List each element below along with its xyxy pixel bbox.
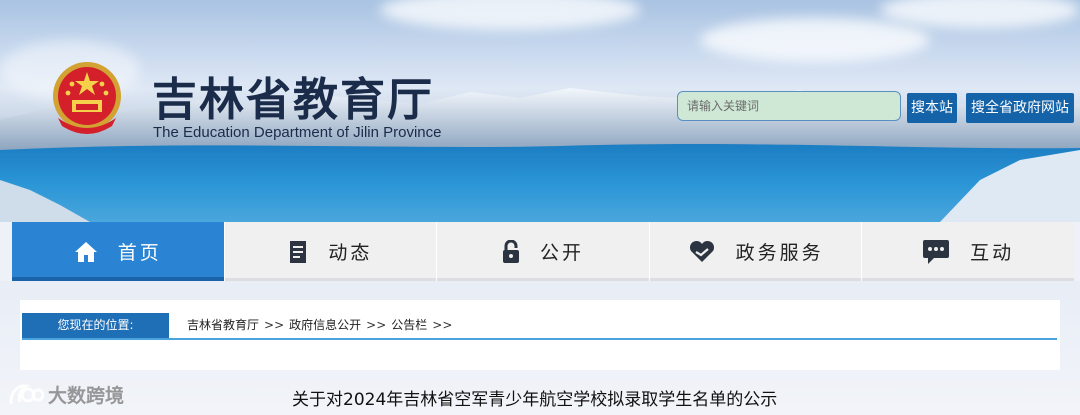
nav-item-label: 政务服务 [735, 242, 824, 264]
nav-item-services[interactable]: 政务服务 [649, 222, 863, 281]
site-title: 吉林省教育厅 [152, 73, 435, 126]
nav-item-news[interactable]: 动态 [224, 222, 438, 281]
watermark: 大数跨境 [8, 381, 124, 408]
site-subtitle: The Education Department of Jilin Provin… [153, 124, 442, 141]
breadcrumb: 您现在的位置: 吉林省教育厅 >> 政府信息公开 >> 公告栏 >> [22, 313, 1057, 340]
nav-item-label: 首页 [117, 242, 162, 264]
breadcrumb-separator: >> [264, 318, 285, 332]
nav-item-label: 动态 [328, 242, 373, 264]
breadcrumb-trail: 吉林省教育厅 >> 政府信息公开 >> 公告栏 >> [187, 313, 457, 338]
lock-icon [502, 239, 519, 263]
breadcrumb-label: 您现在的位置: [22, 313, 169, 338]
nav-item-home[interactable]: 首页 [12, 222, 225, 281]
home-icon [74, 241, 97, 262]
article-title: 关于对2024年吉林省空军青少年航空学校拟录取学生名单的公示 [292, 390, 778, 410]
breadcrumb-separator: >> [366, 318, 387, 332]
nav-item-label: 互动 [970, 242, 1015, 264]
breadcrumb-item-gov-info[interactable]: 政府信息公开 [289, 313, 361, 338]
search-site-button[interactable]: 搜本站 [907, 93, 957, 123]
breadcrumb-item-bulletin[interactable]: 公告栏 [391, 313, 427, 338]
search-gov-button[interactable]: 搜全省政府网站 [966, 93, 1074, 123]
national-emblem-icon [53, 62, 121, 134]
document-icon [290, 240, 307, 263]
search-input[interactable] [677, 91, 901, 121]
nav-item-interaction[interactable]: 互动 [862, 222, 1074, 281]
heart-hands-icon [689, 240, 714, 262]
nav-item-disclosure[interactable]: 公开 [437, 222, 650, 281]
breadcrumb-separator: >> [432, 318, 453, 332]
watermark-logo-icon [9, 383, 44, 404]
main-nav: 首页 动态 公开 政务服务 互动 [12, 222, 1074, 281]
chat-icon [923, 239, 950, 264]
breadcrumb-item-home[interactable]: 吉林省教育厅 [187, 313, 259, 338]
nav-item-label: 公开 [539, 242, 584, 264]
watermark-text: 大数跨境 [48, 385, 125, 407]
